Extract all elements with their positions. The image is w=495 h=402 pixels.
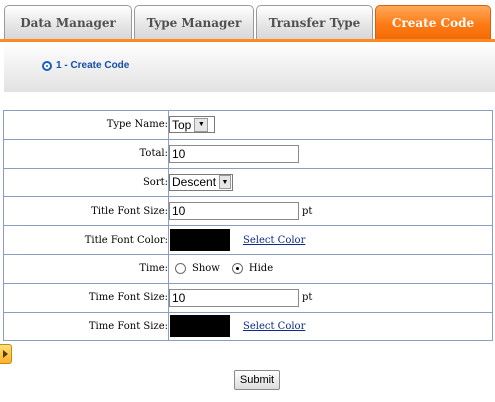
row-type-name: Type Name: Top ▼: [3, 110, 493, 140]
tab-type-manager[interactable]: Type Manager: [134, 5, 254, 40]
time-font-size-unit: pt: [302, 292, 313, 304]
time-label: Time:: [3, 253, 169, 284]
total-input[interactable]: 10: [169, 144, 299, 163]
title-select-color-link[interactable]: Select Color: [243, 235, 305, 246]
row-sort: Sort: Descent ▼: [3, 167, 493, 198]
tab-bar: Data Manager Type Manager Transfer Type …: [0, 0, 495, 42]
row-title-font-size: Title Font Size: 10 pt: [3, 196, 493, 227]
tab-data-manager[interactable]: Data Manager: [4, 5, 132, 40]
title-font-color-label: Title Font Color:: [3, 225, 169, 255]
time-font-color-swatch: [170, 315, 230, 338]
row-time-font-color: Time Font Size: Select Color: [3, 311, 493, 342]
type-name-value: Top: [172, 117, 192, 132]
time-select-color-link[interactable]: Select Color: [243, 321, 305, 332]
row-time-font-size: Time Font Size: 10 pt: [3, 282, 493, 313]
chevron-down-icon[interactable]: ▼: [219, 175, 231, 190]
title-font-size-label: Title Font Size:: [3, 196, 169, 227]
row-total: Total: 10: [3, 138, 493, 169]
tab-create-code[interactable]: Create Code: [375, 5, 491, 40]
time-font-size-input[interactable]: 10: [169, 288, 299, 307]
total-label: Total:: [3, 138, 169, 169]
time-font-color-label: Time Font Size:: [3, 311, 169, 342]
time-font-size-label: Time Font Size:: [3, 282, 169, 313]
row-time: Time: Show Hide: [3, 253, 493, 284]
time-show-radio[interactable]: [175, 263, 186, 275]
row-title-font-color: Title Font Color: Select Color: [3, 225, 493, 255]
submit-button[interactable]: Submit: [234, 370, 280, 390]
title-font-color-swatch: [170, 229, 230, 252]
tab-transfer-type[interactable]: Transfer Type: [256, 5, 373, 40]
side-feedback-icon[interactable]: [0, 344, 12, 364]
title-font-size-unit: pt: [302, 205, 313, 217]
time-hide-label: Hide: [248, 263, 274, 275]
time-hide-radio[interactable]: [231, 263, 243, 275]
sort-select[interactable]: Descent ▼: [169, 173, 233, 191]
time-show-label: Show: [192, 263, 220, 275]
type-name-label: Type Name:: [3, 110, 169, 140]
step-indicator: 1 - Create Code: [42, 60, 129, 71]
sort-value: Descent: [172, 175, 217, 190]
create-code-form: Type Name: Top ▼ Total: 10 Sort: Descent…: [3, 110, 493, 342]
step-bullet-icon: [42, 60, 52, 71]
title-font-size-input[interactable]: 10: [169, 202, 299, 221]
type-name-select[interactable]: Top ▼: [169, 116, 215, 134]
sort-label: Sort:: [3, 167, 169, 198]
step-label: 1 - Create Code: [56, 60, 130, 71]
chevron-down-icon[interactable]: ▼: [194, 117, 209, 132]
